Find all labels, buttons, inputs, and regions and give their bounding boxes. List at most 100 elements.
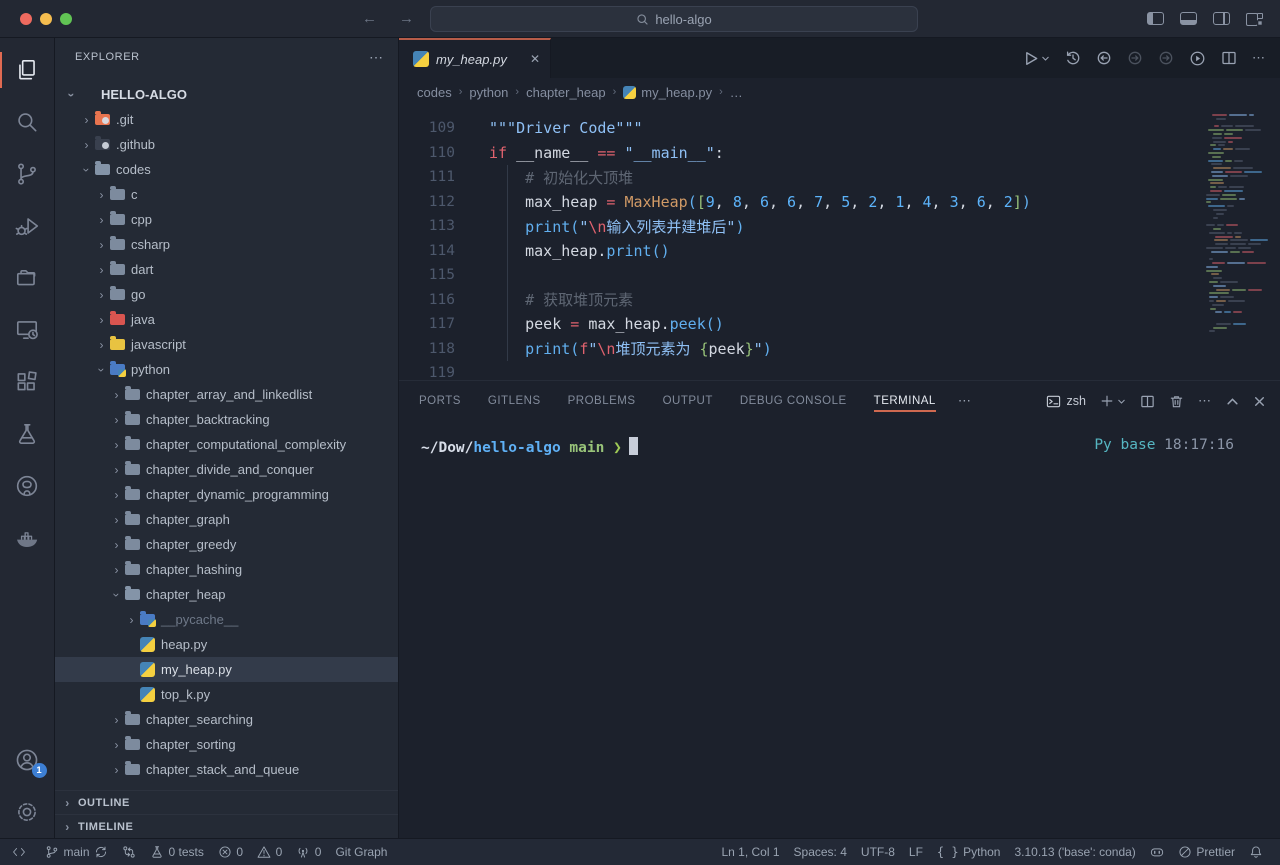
tree-item-chapter-array-and-linkedlist[interactable]: ›chapter_array_and_linkedlist	[55, 382, 398, 407]
status-ports[interactable]: 0	[289, 839, 328, 865]
chevron-right-icon[interactable]: ›	[108, 388, 125, 402]
file-history-icon[interactable]	[1065, 50, 1081, 66]
chevron-down-icon[interactable]: ›	[110, 586, 124, 603]
chevron-right-icon[interactable]: ›	[123, 613, 140, 627]
split-terminal-icon[interactable]	[1140, 394, 1155, 409]
code-line-115[interactable]: 115	[399, 263, 1280, 288]
tree-item-cpp[interactable]: ›cpp	[55, 207, 398, 232]
tree-item-chapter-backtracking[interactable]: ›chapter_backtracking	[55, 407, 398, 432]
chevron-right-icon[interactable]: ›	[108, 488, 125, 502]
tab-my-heap[interactable]: my_heap.py ✕	[399, 38, 551, 78]
docker-icon[interactable]	[0, 512, 55, 564]
tree-item-javascript[interactable]: ›javascript	[55, 332, 398, 357]
tree-item--github[interactable]: ›.github	[55, 132, 398, 157]
code-line-111[interactable]: 111 # 初始化大顶堆	[399, 165, 1280, 190]
code-line-113[interactable]: 113 print("\n输入列表并建堆后")	[399, 214, 1280, 239]
run-in-interactive-icon[interactable]	[1189, 50, 1206, 67]
status-prettier[interactable]: Prettier	[1171, 839, 1242, 865]
status-remote[interactable]	[0, 839, 38, 865]
minimize-window-button[interactable]	[40, 13, 52, 25]
status-eol[interactable]: LF	[902, 839, 930, 865]
chevron-right-icon[interactable]: ›	[93, 338, 110, 352]
tree-file-heap-py[interactable]: heap.py	[55, 632, 398, 657]
status-cursor-position[interactable]: Ln 1, Col 1	[714, 839, 786, 865]
tree-item--git[interactable]: ›.git	[55, 107, 398, 132]
tree-item-chapter-stack-and-queue[interactable]: ›chapter_stack_and_queue	[55, 757, 398, 782]
section-outline[interactable]: ›OUTLINE	[55, 790, 398, 814]
explorer-icon[interactable]	[0, 44, 55, 96]
tree-item-csharp[interactable]: ›csharp	[55, 232, 398, 257]
tree-item-codes[interactable]: ›codes	[55, 157, 398, 182]
terminal[interactable]: ~/Dow/hello-algo main ❯ Py base 18:17:16	[399, 421, 1280, 838]
navigate-forward-icon[interactable]: →	[399, 10, 414, 27]
tree-file-my-heap-py[interactable]: my_heap.py	[55, 657, 398, 682]
status-errors[interactable]: 0	[211, 839, 250, 865]
status-interpreter[interactable]: 3.10.13 ('base': conda)	[1007, 839, 1142, 865]
run-python-file-button[interactable]	[1022, 50, 1050, 67]
search-icon[interactable]	[0, 96, 55, 148]
chevron-right-icon[interactable]: ›	[93, 213, 110, 227]
tree-item-chapter-hashing[interactable]: ›chapter_hashing	[55, 557, 398, 582]
github-icon[interactable]	[0, 460, 55, 512]
chevron-down-icon[interactable]: ›	[65, 86, 79, 103]
accounts-icon[interactable]: 1	[0, 734, 55, 786]
chevron-right-icon[interactable]: ›	[108, 538, 125, 552]
maximize-panel-icon[interactable]	[1226, 395, 1239, 408]
status-branch[interactable]: main	[38, 839, 115, 865]
minimap[interactable]	[1204, 114, 1268, 342]
tree-item-python[interactable]: ›python	[55, 357, 398, 382]
section-timeline[interactable]: ›TIMELINE	[55, 814, 398, 838]
panel-tab-debug-console[interactable]: DEBUG CONSOLE	[740, 381, 847, 421]
chevron-right-icon[interactable]: ›	[93, 313, 110, 327]
code-line-118[interactable]: 118 print(f"\n堆顶元素为 {peek}")	[399, 337, 1280, 362]
chevron-right-icon[interactable]: ›	[108, 563, 125, 577]
zoom-window-button[interactable]	[60, 13, 72, 25]
tree-item-chapter-graph[interactable]: ›chapter_graph	[55, 507, 398, 532]
folders-icon[interactable]	[0, 252, 55, 304]
editor-more-actions-icon[interactable]: ⋯	[1252, 50, 1266, 66]
code-line-112[interactable]: 112 max_heap = MaxHeap([9, 8, 6, 6, 7, 5…	[399, 190, 1280, 215]
panel-tab-terminal[interactable]: TERMINAL	[874, 381, 936, 421]
split-editor-icon[interactable]	[1221, 50, 1237, 66]
tree-item--pycache-[interactable]: ›__pycache__	[55, 607, 398, 632]
panel-tab-problems[interactable]: PROBLEMS	[568, 381, 636, 421]
tree-item-chapter-searching[interactable]: ›chapter_searching	[55, 707, 398, 732]
toggle-secondary-sidebar-icon[interactable]	[1213, 12, 1230, 25]
run-and-debug-icon[interactable]	[0, 200, 55, 252]
tree-file-top-k-py[interactable]: top_k.py	[55, 682, 398, 707]
status-tests[interactable]: 0 tests	[143, 839, 211, 865]
tree-item-chapter-greedy[interactable]: ›chapter_greedy	[55, 532, 398, 557]
tab-close-icon[interactable]: ✕	[530, 52, 540, 66]
panel-tab-ports[interactable]: PORTS	[419, 381, 461, 421]
chevron-right-icon[interactable]: ›	[108, 763, 125, 777]
source-control-icon[interactable]	[0, 148, 55, 200]
chevron-down-icon[interactable]: ›	[95, 361, 109, 378]
panel-tab-gitlens[interactable]: GITLENS	[488, 381, 541, 421]
chevron-right-icon[interactable]: ›	[93, 288, 110, 302]
breadcrumb-item[interactable]: codes	[417, 85, 452, 100]
chevron-right-icon[interactable]: ›	[108, 713, 125, 727]
close-window-button[interactable]	[20, 13, 32, 25]
breadcrumb-item[interactable]: my_heap.py	[623, 85, 712, 100]
breadcrumb-item[interactable]: python	[469, 85, 508, 100]
tree-item-c[interactable]: ›c	[55, 182, 398, 207]
code-line-116[interactable]: 116 # 获取堆顶元素	[399, 288, 1280, 313]
settings-icon[interactable]	[0, 786, 55, 838]
remote-explorer-icon[interactable]	[0, 304, 55, 356]
tree-item-dart[interactable]: ›dart	[55, 257, 398, 282]
panel-tab-output[interactable]: OUTPUT	[663, 381, 713, 421]
status-copilot[interactable]	[1143, 839, 1171, 865]
kill-terminal-icon[interactable]	[1169, 394, 1184, 409]
tree-item-chapter-divide-and-conquer[interactable]: ›chapter_divide_and_conquer	[55, 457, 398, 482]
chevron-right-icon[interactable]: ›	[108, 738, 125, 752]
code-line-114[interactable]: 114 max_heap.print()	[399, 239, 1280, 264]
status-indentation[interactable]: Spaces: 4	[787, 839, 854, 865]
open-changes-icon[interactable]	[1096, 50, 1112, 66]
tree-item-hello-algo[interactable]: ›HELLO-ALGO	[55, 82, 398, 107]
command-center-search[interactable]: hello-algo	[430, 6, 918, 32]
tree-item-chapter-heap[interactable]: ›chapter_heap	[55, 582, 398, 607]
close-panel-icon[interactable]	[1253, 395, 1266, 408]
toggle-primary-sidebar-icon[interactable]	[1147, 12, 1164, 25]
chevron-down-icon[interactable]: ›	[80, 161, 94, 178]
tree-item-go[interactable]: ›go	[55, 282, 398, 307]
